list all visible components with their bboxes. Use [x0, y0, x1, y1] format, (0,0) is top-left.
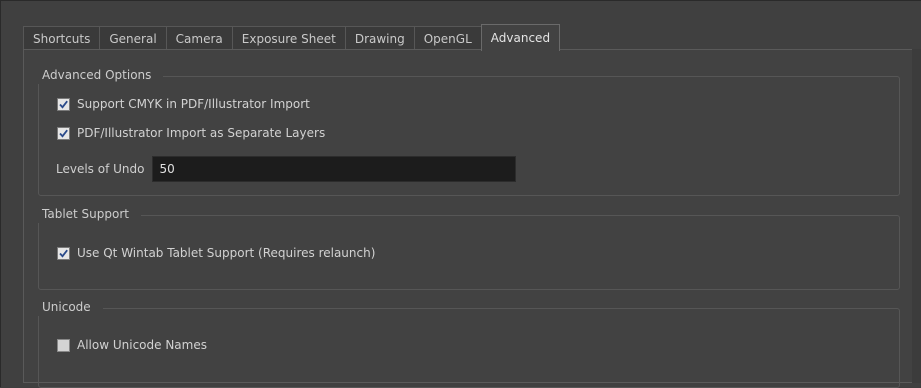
levels-of-undo-row: Levels of Undo: [56, 156, 517, 182]
advanced-options-title: Advanced Options: [38, 66, 164, 84]
tab-exposure-sheet[interactable]: Exposure Sheet: [231, 26, 346, 50]
checkmark-icon: [59, 249, 68, 258]
tab-camera[interactable]: Camera: [165, 26, 233, 50]
window-edge: [912, 49, 921, 383]
cmyk-label: Support CMYK in PDF/Illustrator Import: [77, 97, 310, 111]
tab-advanced[interactable]: Advanced: [480, 24, 561, 51]
wintab-checkbox[interactable]: [57, 246, 70, 260]
tab-general[interactable]: General: [99, 26, 167, 50]
levels-of-undo-input[interactable]: [152, 156, 517, 182]
tab-drawing[interactable]: Drawing: [344, 26, 415, 50]
cmyk-checkbox[interactable]: [57, 97, 70, 111]
wintab-label: Use Qt Wintab Tablet Support (Requires r…: [77, 246, 376, 260]
unicode-group: Unicode Allow Unicode Names: [38, 298, 900, 388]
tab-shortcuts[interactable]: Shortcuts: [23, 26, 101, 50]
unicode-title: Unicode: [38, 298, 103, 316]
allow-unicode-checkbox[interactable]: [57, 338, 70, 352]
allow-unicode-label: Allow Unicode Names: [77, 338, 207, 352]
separate-layers-label: PDF/Illustrator Import as Separate Layer…: [77, 126, 326, 140]
preferences-window: Shortcuts General Camera Exposure Sheet …: [0, 0, 921, 388]
tab-opengl[interactable]: OpenGL: [413, 26, 482, 50]
advanced-tab-panel: Advanced Options Support CMYK in PDF/Ill…: [23, 49, 913, 388]
separate-layers-checkbox-row[interactable]: PDF/Illustrator Import as Separate Layer…: [57, 124, 325, 142]
cmyk-checkbox-row[interactable]: Support CMYK in PDF/Illustrator Import: [57, 95, 310, 113]
allow-unicode-checkbox-row[interactable]: Allow Unicode Names: [57, 336, 207, 354]
checkmark-icon: [59, 100, 68, 109]
separate-layers-checkbox[interactable]: [57, 126, 70, 140]
tablet-support-group: Tablet Support Use Qt Wintab Tablet Supp…: [38, 205, 900, 290]
checkmark-icon: [59, 129, 68, 138]
wintab-checkbox-row[interactable]: Use Qt Wintab Tablet Support (Requires r…: [57, 244, 375, 262]
advanced-options-group: Advanced Options Support CMYK in PDF/Ill…: [38, 66, 900, 196]
tablet-support-title: Tablet Support: [38, 205, 141, 223]
levels-of-undo-label: Levels of Undo: [56, 162, 145, 176]
tab-bar: Shortcuts General Camera Exposure Sheet …: [23, 24, 561, 51]
